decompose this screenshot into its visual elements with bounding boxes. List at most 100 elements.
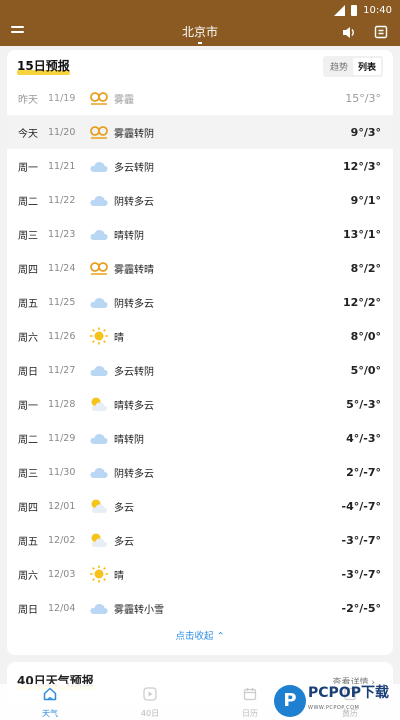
haze-icon (89, 89, 109, 107)
row-condition: 晴转多云 (114, 400, 154, 412)
row-date: 11/21 (48, 160, 76, 172)
sun-icon (89, 327, 109, 345)
watermark: P PCPOP下载 WWW.PCPOP.COM (274, 684, 398, 718)
page-indicator (198, 42, 202, 44)
forecast-row[interactable]: 周三 11/30 阴转多云 2°/-7° (7, 455, 393, 489)
nav-40day[interactable]: 40日 (100, 684, 200, 720)
row-day: 周一 (18, 162, 38, 174)
row-temperature: 15°/3° (345, 91, 381, 105)
nav-weather[interactable]: 天气 (0, 684, 100, 720)
row-date: 11/27 (48, 364, 76, 376)
haze-icon (89, 123, 109, 141)
pcpop-logo: P (274, 685, 306, 717)
cloud-icon (89, 599, 109, 617)
tab-list[interactable]: 列表 (352, 58, 381, 75)
city-name[interactable]: 北京市 (0, 23, 400, 40)
row-date: 11/29 (48, 432, 76, 444)
battery-icon (351, 4, 358, 16)
collapse-button[interactable]: 点击收起 ⌃ (7, 628, 393, 642)
forecast-row[interactable]: 周一 11/21 多云转阴 12°/3° (7, 149, 393, 183)
row-temperature: 9°/3° (350, 125, 381, 139)
sun-icon (89, 565, 109, 583)
status-time: 10:40 (363, 4, 392, 16)
forecast-row[interactable]: 周六 11/26 晴 8°/0° (7, 319, 393, 353)
row-condition: 晴转阴 (114, 434, 144, 446)
cloud-icon (89, 225, 109, 243)
row-temperature: 12°/2° (343, 295, 381, 309)
row-date: 11/30 (48, 466, 76, 478)
forecast-row[interactable]: 今天 11/20 雾霾转阴 9°/3° (7, 115, 393, 149)
forecast-row[interactable]: 周四 11/24 雾霾转晴 8°/2° (7, 251, 393, 285)
watermark-url: WWW.PCPOP.COM (308, 705, 360, 711)
partly-cloudy-icon (89, 497, 109, 515)
row-day: 周日 (18, 604, 38, 616)
row-date: 12/03 (48, 568, 76, 580)
row-temperature: -3°/-7° (341, 567, 381, 581)
row-date: 11/19 (48, 92, 76, 104)
forecast-row[interactable]: 周一 11/28 晴转多云 5°/-3° (7, 387, 393, 421)
forecast-card: 15日预报 趋势 列表 昨天 11/19 雾霾 15°/3° 今天 11/20 雾霾转阴 9°… (7, 50, 393, 655)
row-temperature: 9°/1° (350, 193, 381, 207)
forecast-row[interactable]: 周四 12/01 多云 -4°/-7° (7, 489, 393, 523)
row-day: 周五 (18, 536, 38, 548)
row-temperature: 8°/0° (350, 329, 381, 343)
row-temperature: -2°/-5° (341, 601, 381, 615)
tab-trend[interactable]: 趋势 (325, 58, 353, 75)
forecast-row[interactable]: 周五 12/02 多云 -3°/-7° (7, 523, 393, 557)
row-date: 11/24 (48, 262, 76, 274)
row-date: 12/01 (48, 500, 76, 512)
forecast-row[interactable]: 昨天 11/19 雾霾 15°/3° (7, 81, 393, 115)
play-icon (143, 687, 157, 701)
row-date: 11/28 (48, 398, 76, 410)
forecast-row[interactable]: 周二 11/29 晴转阴 4°/-3° (7, 421, 393, 455)
row-day: 周四 (18, 502, 38, 514)
status-bar: 10:40 (0, 0, 400, 20)
row-temperature: 12°/3° (343, 159, 381, 173)
forecast-row[interactable]: 周六 12/03 晴 -3°/-7° (7, 557, 393, 591)
watermark-brand: PCPOP下载 (308, 685, 389, 701)
forecast-row[interactable]: 周三 11/23 晴转阴 13°/1° (7, 217, 393, 251)
row-date: 11/22 (48, 194, 76, 206)
city-list-icon[interactable] (374, 25, 388, 39)
forecast-row[interactable]: 周日 11/27 多云转阴 5°/0° (7, 353, 393, 387)
row-day: 周四 (18, 264, 38, 276)
row-temperature: 5°/-3° (346, 397, 381, 411)
row-condition: 雾霾 (114, 94, 134, 106)
row-day: 周六 (18, 332, 38, 344)
forecast-row[interactable]: 周二 11/22 阴转多云 9°/1° (7, 183, 393, 217)
view-toggle: 趋势 列表 (322, 56, 383, 77)
row-temperature: 8°/2° (350, 261, 381, 275)
cloud-icon (89, 157, 109, 175)
row-condition: 多云 (114, 502, 134, 514)
row-condition: 多云转阴 (114, 162, 154, 174)
partly-cloudy-icon (89, 395, 109, 413)
forecast-list: 昨天 11/19 雾霾 15°/3° 今天 11/20 雾霾转阴 9°/3° 周一 11/21 多云… (7, 81, 393, 625)
row-condition: 雾霾转阴 (114, 128, 154, 140)
row-condition: 阴转多云 (114, 196, 154, 208)
row-condition: 阴转多云 (114, 468, 154, 480)
speaker-icon[interactable] (342, 26, 356, 39)
row-day: 周二 (18, 434, 38, 446)
header: 北京市 (0, 20, 400, 46)
row-day: 今天 (18, 128, 38, 140)
cloud-icon (89, 361, 109, 379)
row-date: 11/25 (48, 296, 76, 308)
row-date: 11/26 (48, 330, 76, 342)
cloud-icon (89, 429, 109, 447)
row-date: 11/23 (48, 228, 76, 240)
signal-icon (334, 4, 346, 16)
forecast-row[interactable]: 周五 11/25 阴转多云 12°/2° (7, 285, 393, 319)
row-temperature: 5°/0° (350, 363, 381, 377)
row-condition: 雾霾转小雪 (114, 604, 164, 616)
cloud-icon (89, 293, 109, 311)
row-day: 周三 (18, 468, 38, 480)
row-condition: 晴 (114, 332, 124, 344)
row-condition: 阴转多云 (114, 298, 154, 310)
row-date: 11/20 (48, 126, 76, 138)
forecast-row[interactable]: 周日 12/04 雾霾转小雪 -2°/-5° (7, 591, 393, 625)
calendar-icon (243, 688, 257, 701)
cloud-icon (89, 463, 109, 481)
row-day: 周二 (18, 196, 38, 208)
row-day: 周一 (18, 400, 38, 412)
row-day: 周日 (18, 366, 38, 378)
